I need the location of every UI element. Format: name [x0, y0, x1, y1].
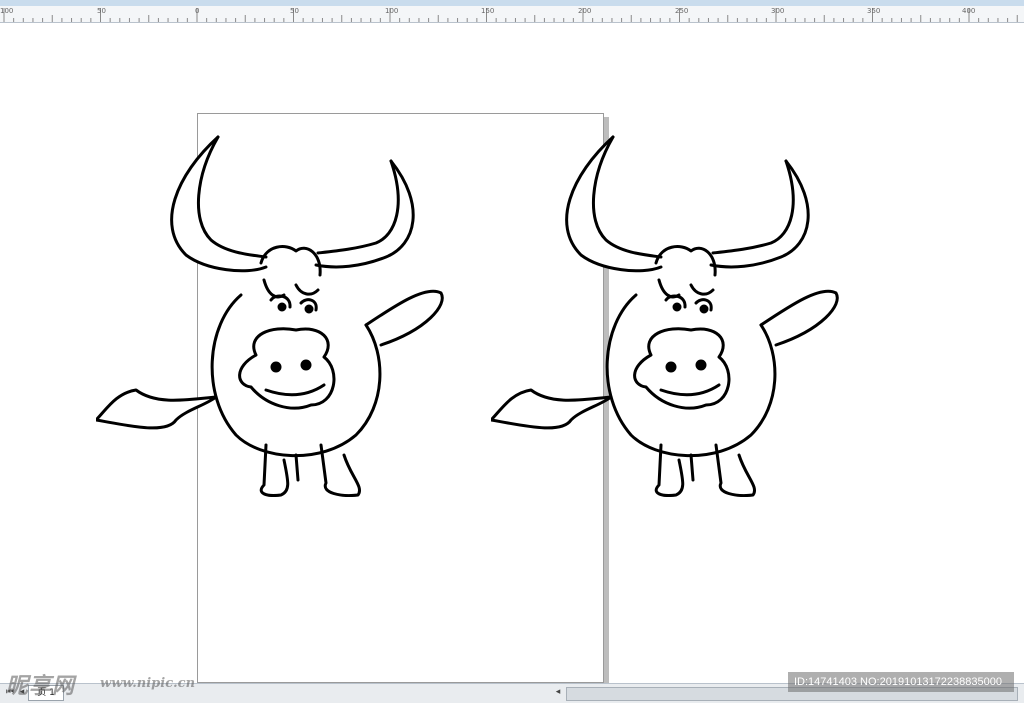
- bull-illustration-left[interactable]: [96, 135, 448, 497]
- drawing-canvas[interactable]: [0, 23, 1024, 683]
- ruler-label: 350: [867, 7, 881, 15]
- ruler-label: 300: [771, 7, 785, 15]
- ruler-label: 150: [481, 7, 495, 15]
- watermark-id: ID:14741403 NO:20191013172238835000: [788, 672, 1014, 692]
- horizontal-ruler[interactable]: 100 50 0 50 100 150 200 250 300 350 400: [0, 6, 1024, 23]
- ruler-label: 100: [0, 7, 14, 15]
- ruler-label: 50: [290, 7, 299, 15]
- watermark-logo: 昵享网: [6, 673, 76, 699]
- bull-illustration-right[interactable]: [491, 135, 843, 497]
- ruler-label: 400: [962, 7, 976, 15]
- scroll-left-icon[interactable]: ◂: [552, 686, 564, 698]
- ruler-label: 200: [578, 7, 592, 15]
- ruler-label: 0: [195, 7, 200, 15]
- ruler-label: 250: [675, 7, 689, 15]
- ruler-label: 50: [97, 7, 106, 15]
- ruler-label: 100: [385, 7, 399, 15]
- watermark-url: www.nipic.cn: [100, 676, 196, 691]
